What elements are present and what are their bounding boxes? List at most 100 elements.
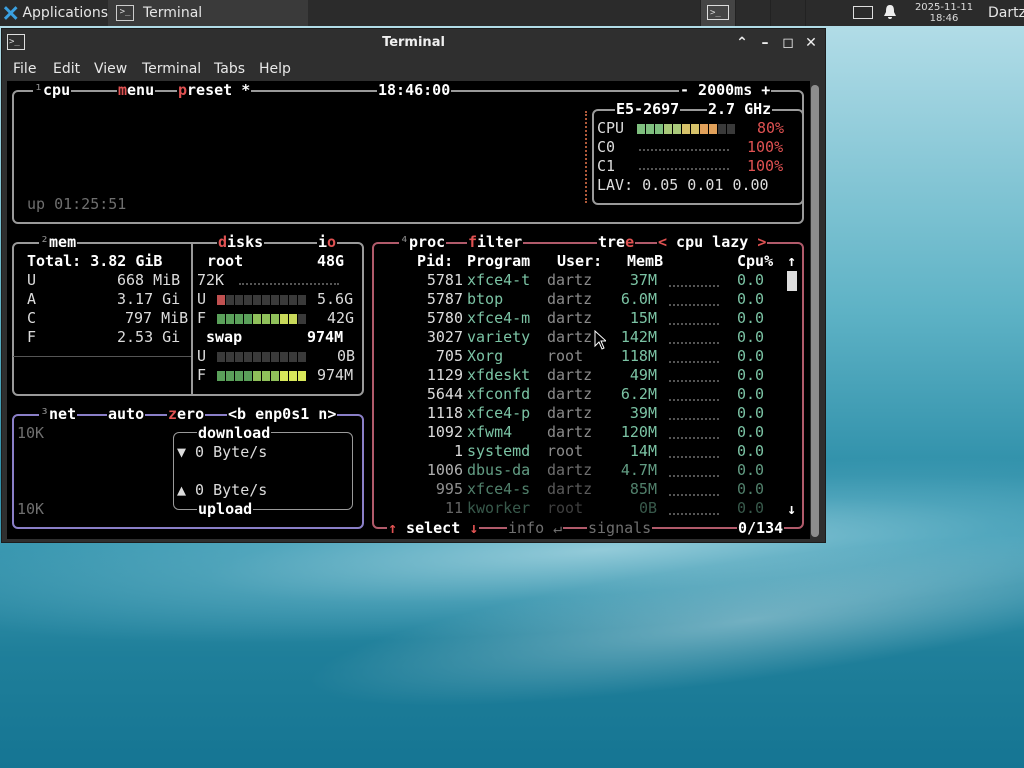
xfce-logo-icon [3,6,18,20]
cpu-menu-tab[interactable]: menu [117,81,156,100]
net-auto-button[interactable]: auto [107,405,146,424]
core0-percent: 100% [747,138,784,156]
col-user[interactable]: User: [557,252,602,271]
mem-available-value: 3.17 Gi [117,290,181,308]
proc-cpu-graph [669,511,719,515]
download-label: download [197,424,272,443]
proc-sort-selector[interactable]: < cpu lazy > [657,233,768,252]
proc-cpu-graph [669,473,719,477]
terminal-scrollbar[interactable] [811,85,819,537]
bar-block [289,371,297,381]
taskbar-terminal-label: Terminal [143,5,203,21]
menu-file[interactable]: File [13,61,36,77]
bar-block [217,352,225,362]
proc-filter-button[interactable]: filter [467,233,524,252]
menu-view[interactable]: View [94,61,127,77]
mem-used-value: 668 MiB [117,271,181,289]
cpu-box-tab[interactable]: ¹cpu [33,81,72,100]
proc-info-control[interactable]: info ↵ [507,519,564,538]
proc-mem: 118M [620,347,657,365]
proc-program: xfwm4 [467,423,513,441]
proc-scrollbar-thumb[interactable] [787,271,797,291]
roll-up-button[interactable]: ⌃ [732,33,752,53]
proc-cpu: 0.0 [737,461,765,479]
proc-mem: 85M [629,480,657,498]
disk-root-used: 5.6G [317,290,354,308]
proc-cpu: 0.0 [737,499,765,517]
window-titlebar[interactable]: >_ Terminal ⌃ – ◻ ✕ [2,29,825,57]
wallpaper-tray-icon[interactable] [853,6,873,19]
menu-terminal[interactable]: Terminal [142,61,201,77]
bar-block [280,314,288,324]
workspace-1[interactable]: >_ [700,0,735,26]
proc-mem: 6.2M [620,385,657,403]
bar-block [226,295,234,305]
workspace-2[interactable] [735,0,770,26]
swap-free-label: F [197,366,207,384]
proc-tree-button[interactable]: tree [597,233,636,252]
mem-tab[interactable]: ²mem [39,233,78,252]
proc-tab[interactable]: ⁴proc [399,233,447,252]
net-zero-button[interactable]: zero [167,405,206,424]
minimize-button[interactable]: – [755,33,775,53]
mem-free-label: F [27,328,37,346]
bar-block [271,295,279,305]
disk-root-label: root [207,252,244,270]
menu-help[interactable]: Help [259,61,291,77]
bar-block [226,371,234,381]
proc-signals-control[interactable]: signals [587,519,653,538]
update-interval[interactable]: - 2000ms + [679,81,772,100]
proc-pid: 1 [453,442,463,460]
mem-separator [13,356,191,357]
proc-mem: 49M [629,366,657,384]
proc-cpu: 0.0 [737,404,765,422]
bell-icon[interactable] [882,4,898,21]
bar-block [244,371,252,381]
net-tab[interactable]: ³net [39,405,78,424]
workspace-3[interactable] [770,0,805,26]
bar-block [298,314,306,324]
terminal-scrollbar-thumb[interactable] [811,85,819,537]
net-interface-selector[interactable]: <b enp0s1 n> [227,405,338,424]
bar-block [244,352,252,362]
bar-block [673,124,681,134]
menu-edit[interactable]: Edit [53,61,80,77]
proc-program: kworker [467,499,531,517]
col-program[interactable]: Program [467,252,530,271]
maximize-button[interactable]: ◻ [778,33,798,53]
proc-scroll-down-icon[interactable]: ↓ [787,500,796,519]
proc-user: dartz [547,328,593,346]
mem-available-label: A [27,290,37,308]
bar-block [262,314,270,324]
bar-block [271,371,279,381]
col-cpu[interactable]: Cpu% [737,252,773,271]
bar-block [709,124,717,134]
terminal-screen[interactable]: ¹cpu menu preset * 18:46:00 - 2000ms + E… [7,81,810,539]
load-average: LAV: 0.05 0.01 0.00 [597,176,769,194]
proc-cpu: 0.0 [737,328,765,346]
col-pid[interactable]: Pid: [417,252,453,271]
disks-tab[interactable]: disks [217,233,265,252]
col-mem[interactable]: MemB [627,252,663,271]
proc-cpu-graph [669,378,719,382]
core1-graph [639,166,729,170]
proc-mem: 4.7M [620,461,657,479]
cpu-preset-tab[interactable]: preset * [177,81,252,100]
clock[interactable]: 2025-11-11 18:46 [908,2,980,24]
proc-select-control[interactable]: ↑ select ↓ [387,519,480,538]
close-button[interactable]: ✕ [801,33,821,53]
proc-mem: 14M [629,442,657,460]
mem-total: Total: 3.82 GiB [27,252,163,270]
menu-tabs[interactable]: Tabs [214,61,245,77]
bar-block [235,295,243,305]
mem-cached-value: 797 MiB [125,309,189,327]
terminal-icon: >_ [116,5,134,21]
bar-block [253,295,261,305]
taskbar-terminal[interactable]: >_ Terminal [108,0,308,26]
applications-menu[interactable]: Applications [0,0,108,26]
user-menu[interactable]: Dartz [988,0,1024,26]
io-tab[interactable]: io [317,233,338,252]
mouse-pointer-icon [594,330,606,350]
proc-scroll-up-icon[interactable]: ↑ [787,252,796,271]
workspace-4[interactable] [805,0,840,26]
